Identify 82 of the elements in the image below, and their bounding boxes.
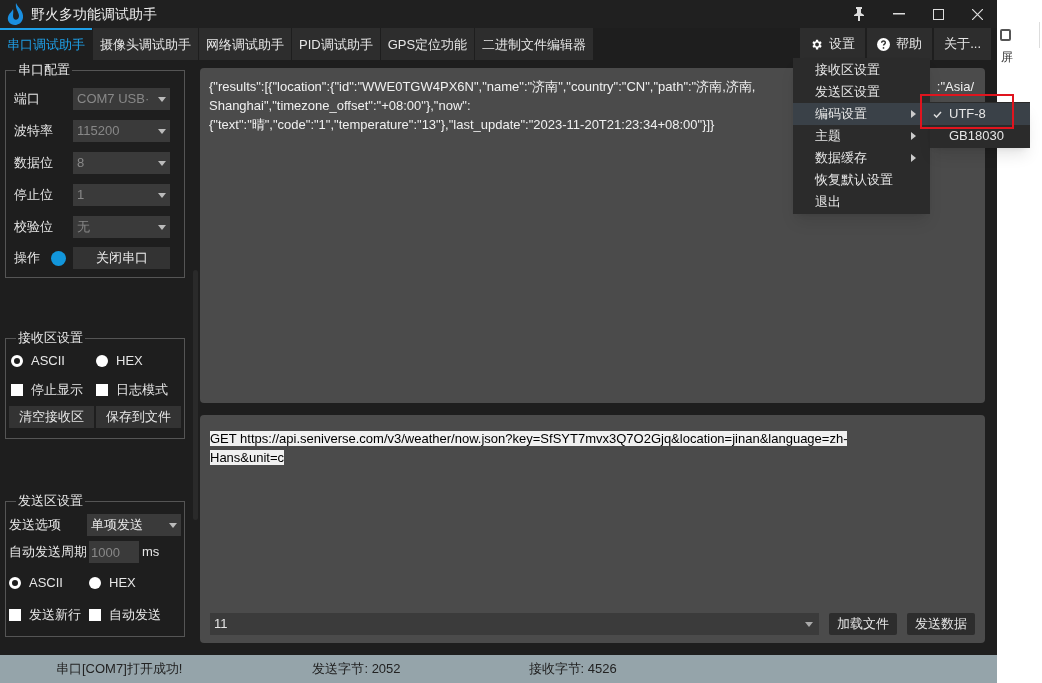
menu-button[interactable]: 帮助 (867, 28, 933, 60)
menu-item[interactable]: 编码设置 (793, 103, 930, 125)
radio-label: HEX (116, 352, 143, 371)
field-label: 发送选项 (9, 516, 62, 535)
group-title: 发送区设置 (16, 493, 85, 509)
radio-button[interactable] (11, 355, 23, 367)
tab[interactable]: 网络调试助手 (199, 28, 291, 60)
send-text: GET https://api.seniverse.com/v3/weather/now.json?key=SfSYT7mvx3Q7O2Gjq&location=jinan&language=zh-Hans&unit=c (210, 430, 849, 467)
menu-item[interactable]: 退出 (793, 191, 930, 213)
checkbox[interactable] (11, 383, 23, 396)
toolbar-label: 屏 (1001, 49, 1013, 66)
menu-item[interactable]: GB18030 (930, 125, 1030, 147)
tab[interactable]: 二进制文件编辑器 (475, 28, 594, 60)
flame-logo-icon (7, 3, 25, 25)
send-history-dropdown[interactable]: 11 (210, 613, 819, 635)
radio-label: ASCII (31, 352, 65, 371)
menu-item[interactable]: 恢复默认设置 (793, 169, 930, 191)
menu-item[interactable]: 接收区设置 (793, 59, 930, 81)
received-text-line: :"Asia/ (936, 78, 974, 96)
received-text-line: Shanghai","timezone_offset":"+08:00"},"now": (209, 97, 471, 115)
field-label: 自动发送周期 (9, 543, 88, 562)
submenu-arrow-icon (911, 110, 916, 118)
tab[interactable]: GPS定位功能 (380, 28, 475, 60)
checkbox-label: 日志模式 (116, 380, 168, 399)
radio-button[interactable] (96, 355, 108, 367)
field-label: 停止位 (13, 186, 54, 205)
checkbox-label: 停止显示 (31, 380, 83, 399)
status-text: 接收字节: 4526 (528, 660, 617, 679)
menu-button[interactable]: 关于... (934, 28, 991, 60)
close-icon[interactable] (972, 8, 983, 20)
menu-item[interactable]: 发送区设置 (793, 81, 930, 103)
dropdown-caret-icon (158, 128, 166, 134)
checkbox[interactable] (9, 609, 21, 621)
dropdown-caret-icon (158, 160, 166, 166)
tab[interactable]: PID调试助手 (292, 28, 380, 60)
menu-item[interactable]: UTF-8 (930, 103, 1030, 125)
action-button[interactable]: 加载文件 (829, 613, 897, 635)
submenu-arrow-icon (911, 132, 916, 140)
radio-button[interactable] (89, 577, 101, 589)
check-icon (933, 110, 942, 118)
dropdown-caret-icon (805, 621, 813, 627)
window-title: 野火多功能调试助手 (31, 4, 157, 24)
status-text: 串口[COM7]打开成功! (56, 660, 183, 679)
checkbox[interactable] (89, 609, 101, 621)
field-label: 波特率 (13, 122, 54, 141)
dropdown[interactable]: 单项发送 (86, 514, 181, 536)
field-label: 数据位 (13, 154, 54, 173)
radio-button[interactable] (9, 577, 21, 589)
group-title: 接收区设置 (16, 330, 85, 346)
tab[interactable]: 摄像头调试助手 (93, 28, 198, 60)
action-button[interactable]: 发送数据 (907, 613, 975, 635)
menu-item[interactable]: 数据缓存 (793, 147, 930, 169)
settings-icon (810, 37, 824, 51)
menu-item[interactable]: 主题 (793, 125, 930, 147)
received-text-line: {"results":[{"location":{"id":"WWE0TGW4PX6N","name":"济南","country":"CN","path":"济南,济南, (209, 78, 756, 96)
group-title: 串口配置 (16, 62, 72, 78)
close-port-button[interactable]: 关闭串口 (73, 247, 170, 269)
dropdown-caret-icon (158, 224, 166, 230)
pin-icon[interactable] (853, 7, 865, 21)
field-label: 操作 (13, 249, 41, 268)
checkbox-label: 自动发送 (109, 606, 161, 625)
app-toolbar-icon[interactable] (1000, 29, 1011, 41)
menu-button[interactable]: 设置 (800, 28, 866, 60)
maximize-icon[interactable] (933, 8, 944, 20)
radio-label: ASCII (29, 574, 63, 593)
status-text: 发送字节: 2052 (312, 660, 401, 679)
checkbox-label: 发送新行 (29, 606, 81, 625)
received-text-line: {"text":"晴","code":"1","temperature":"13"},"last_update":"2023-11-20T21:23:34+08:00"}]} (209, 116, 715, 134)
dropdown-caret-icon (158, 96, 166, 102)
send-text-area[interactable]: GET https://api.seniverse.com/v3/weather/now.json?key=SfSYT7mvx3Q7O2Gjq&location=jinan&language=zh-Hans&unit=c 11 加载文件 发送数据 (200, 415, 985, 643)
help-icon (877, 37, 891, 51)
field-label: 端口 (13, 90, 41, 109)
dropdown-caret-icon (169, 522, 177, 528)
action-button[interactable]: 清空接收区 (9, 406, 94, 428)
action-button[interactable]: 保存到文件 (96, 406, 181, 428)
submenu-arrow-icon (911, 154, 916, 162)
unit-label: ms (142, 543, 160, 562)
field-label: 校验位 (13, 218, 54, 237)
minimize-icon[interactable] (893, 13, 905, 15)
dropdown-caret-icon (158, 192, 166, 198)
radio-label: HEX (109, 574, 136, 593)
checkbox[interactable] (96, 383, 108, 396)
